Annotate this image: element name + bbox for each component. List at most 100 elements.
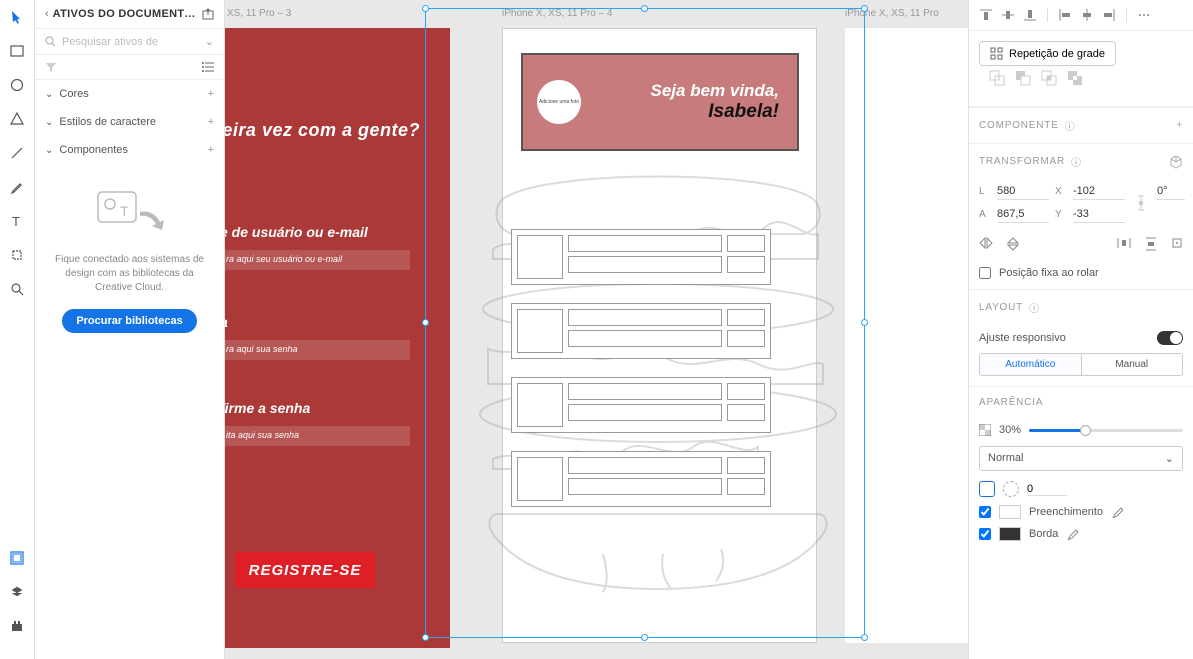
section-charstyles[interactable]: ⌄ Estilos de caractere +: [35, 108, 224, 136]
boolean-exclude-icon[interactable]: [1067, 70, 1083, 86]
repeat-grid-row: Repetição de grade: [969, 31, 1193, 107]
artboard-5[interactable]: [845, 28, 968, 643]
design-canvas[interactable]: XS, 11 Pro – 3 iPhone X, XS, 11 Pro – 4 …: [225, 0, 968, 659]
section-appearance: APARÊNCIA: [969, 386, 1193, 418]
welcome-line2: Isabela!: [581, 101, 779, 123]
tool-rectangle[interactable]: [8, 42, 26, 60]
artboard-label[interactable]: XS, 11 Pro – 3: [227, 8, 291, 19]
width-input[interactable]: [997, 183, 1049, 200]
tool-rail: T: [0, 0, 35, 659]
section-component: COMPONENTE ⓘ +: [969, 107, 1193, 143]
border-checkbox[interactable]: [979, 528, 991, 540]
artboard-4[interactable]: Adicione uma foto Seja bem vinda, Isabel…: [502, 28, 817, 643]
lock-aspect-icon[interactable]: [1131, 193, 1151, 213]
list-item: [511, 229, 771, 285]
section-title: APARÊNCIA: [979, 397, 1043, 408]
artboard-3[interactable]: meira vez com a gente? e de usuário ou e…: [225, 28, 450, 648]
align-left-icon[interactable]: [1058, 8, 1072, 22]
tool-polygon[interactable]: [8, 110, 26, 128]
browse-libraries-button[interactable]: Procurar bibliotecas: [62, 309, 196, 333]
back-icon[interactable]: ‹: [45, 8, 49, 20]
card-list: [511, 229, 771, 525]
tab-plugins[interactable]: [8, 617, 26, 635]
section-layout: LAYOUT ⓘ: [969, 289, 1193, 325]
flip-v-icon[interactable]: [1007, 237, 1019, 251]
flip-h-icon[interactable]: [979, 237, 993, 251]
dist-h-icon[interactable]: [1117, 237, 1131, 251]
fill-checkbox[interactable]: [979, 506, 991, 518]
tool-text[interactable]: T: [8, 212, 26, 230]
tool-ellipse[interactable]: [8, 76, 26, 94]
fix-scroll-checkbox[interactable]: [979, 267, 991, 279]
eyedropper-icon[interactable]: [1066, 528, 1078, 540]
align-vcenter-icon[interactable]: [1001, 8, 1015, 22]
svg-text:T: T: [12, 214, 20, 228]
border-swatch[interactable]: [999, 527, 1021, 541]
fill-swatch[interactable]: [999, 505, 1021, 519]
eyedropper-icon[interactable]: [1111, 506, 1123, 518]
opacity-slider[interactable]: [1029, 429, 1183, 432]
info-icon[interactable]: ⓘ: [1071, 154, 1082, 169]
layout-mode-segment: Automático Manual: [979, 353, 1183, 376]
add-photo-text: Adicione uma foto: [539, 99, 579, 105]
assets-search[interactable]: Pesquisar ativos de ⌄: [35, 29, 224, 55]
add-icon[interactable]: +: [208, 116, 214, 128]
tool-zoom[interactable]: [8, 280, 26, 298]
info-icon[interactable]: ⓘ: [1029, 300, 1040, 315]
dist-v-icon[interactable]: [1145, 237, 1157, 251]
align-right-icon[interactable]: [1102, 8, 1116, 22]
svg-text:T: T: [120, 203, 129, 219]
y-input[interactable]: [1073, 206, 1125, 223]
add-icon[interactable]: +: [208, 144, 214, 156]
responsive-toggle[interactable]: [1157, 331, 1183, 345]
artboard-label[interactable]: iPhone X, XS, 11 Pro – 4: [502, 8, 612, 19]
3d-icon[interactable]: [1169, 155, 1183, 169]
x-input[interactable]: [1073, 183, 1125, 200]
fix-scroll-row[interactable]: Posição fixa ao rolar: [969, 261, 1193, 289]
seg-manual[interactable]: Manual: [1081, 354, 1183, 375]
section-components[interactable]: ⌄ Componentes +: [35, 136, 224, 164]
artboard-label[interactable]: iPhone X, XS, 11 Pro: [845, 8, 939, 19]
section-title: TRANSFORMAR: [979, 156, 1065, 167]
field-placeholder: ra aqui seu usuário ou e-mail: [225, 250, 410, 270]
list-view-icon[interactable]: [202, 61, 214, 73]
info-icon[interactable]: ⓘ: [1065, 118, 1076, 133]
corner-independent-icon[interactable]: [1003, 481, 1019, 497]
tool-select[interactable]: [8, 8, 26, 26]
align-top-icon[interactable]: [979, 8, 993, 22]
w-label: L: [979, 186, 991, 197]
border-row: Borda: [979, 527, 1183, 541]
boolean-intersect-icon[interactable]: [1041, 70, 1057, 86]
tool-artboard[interactable]: [8, 246, 26, 264]
boolean-subtract-icon[interactable]: [1015, 70, 1031, 86]
tool-line[interactable]: [8, 144, 26, 162]
boolean-add-icon[interactable]: [989, 70, 1005, 86]
filter-icon[interactable]: [45, 61, 57, 73]
chevron-down-icon: ⌄: [45, 145, 53, 156]
tab-layers[interactable]: [8, 583, 26, 601]
corner-radius-input[interactable]: [1027, 483, 1067, 496]
tab-assets[interactable]: [8, 549, 26, 567]
more-align-icon[interactable]: [1137, 8, 1151, 22]
promo-message: Fique conectado aos sistemas de design c…: [51, 253, 208, 295]
grid-icon: [990, 47, 1003, 60]
add-icon[interactable]: +: [208, 88, 214, 100]
seg-auto[interactable]: Automático: [980, 354, 1081, 375]
add-component-icon[interactable]: +: [1176, 120, 1183, 131]
repeat-grid-label: Repetição de grade: [1009, 48, 1105, 60]
repeat-grid-button[interactable]: Repetição de grade: [979, 41, 1116, 66]
blend-mode-select[interactable]: Normal ⌄: [979, 446, 1183, 471]
share-icon[interactable]: [202, 8, 214, 20]
rotation-input[interactable]: [1157, 183, 1185, 200]
section-colors[interactable]: ⌄ Cores +: [35, 80, 224, 108]
scroll-icon[interactable]: [1171, 237, 1183, 251]
tool-pen[interactable]: [8, 178, 26, 196]
section-label: Estilos de caractere: [59, 116, 156, 128]
corner-all-icon[interactable]: [979, 481, 995, 497]
align-hcenter-icon[interactable]: [1080, 8, 1094, 22]
field-placeholder: ita aqui sua senha: [225, 426, 410, 446]
height-input[interactable]: [997, 206, 1049, 223]
align-bottom-icon[interactable]: [1023, 8, 1037, 22]
assets-panel: ‹ ATIVOS DO DOCUMENT… Pesquisar ativos d…: [35, 0, 225, 659]
section-label: Componentes: [59, 144, 128, 156]
